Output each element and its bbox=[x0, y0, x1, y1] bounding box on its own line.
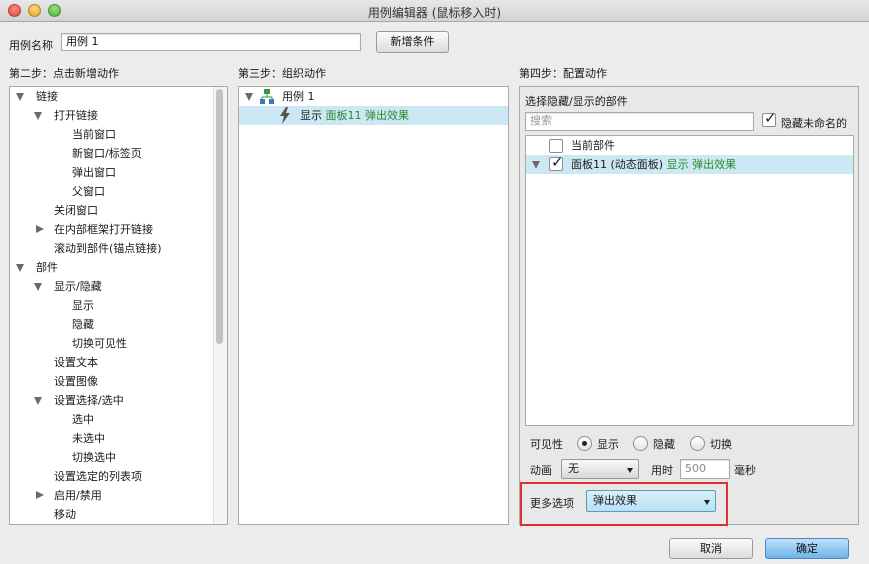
expand-case-icon[interactable] bbox=[245, 93, 253, 101]
expand-open-link-icon[interactable] bbox=[34, 112, 42, 120]
tree-item-widgets[interactable]: 部件 bbox=[36, 258, 58, 277]
animation-select[interactable]: 无 bbox=[561, 459, 639, 479]
tree-item-set-image[interactable]: 设置图像 bbox=[54, 372, 98, 391]
tree-item-enable-disable[interactable]: 启用/禁用 bbox=[54, 486, 102, 505]
expand-enable-disable-icon[interactable] bbox=[36, 491, 44, 499]
add-condition-button[interactable]: 新增条件 bbox=[376, 31, 449, 53]
checkmark-icon: ✓ bbox=[551, 153, 564, 171]
widget-item-current[interactable]: 当前部件 bbox=[571, 136, 615, 155]
tree-item-current-window[interactable]: 当前窗口 bbox=[72, 125, 116, 144]
action-detail: 面板11 弹出效果 bbox=[325, 109, 410, 122]
choose-widget-label: 选择隐藏/显示的部件 bbox=[525, 95, 628, 108]
duration-unit: 毫秒 bbox=[734, 464, 756, 477]
tree-item-open-link[interactable]: 打开链接 bbox=[54, 106, 98, 125]
use-case-editor-window: 用例编辑器 (鼠标移入时) 用例名称 用例 1 新增条件 第二步：点击新增动作 … bbox=[0, 0, 869, 564]
panel11-detail: 显示 弹出效果 bbox=[666, 158, 737, 171]
tree-item-move[interactable]: 移动 bbox=[54, 505, 76, 524]
panel11-label: 面板11 (动态面板) bbox=[571, 158, 664, 171]
tree-item-show[interactable]: 显示 bbox=[72, 296, 94, 315]
ok-button[interactable]: 确定 bbox=[765, 538, 849, 559]
visibility-toggle-label: 切换 bbox=[710, 438, 732, 451]
current-widget-checkbox[interactable] bbox=[549, 139, 563, 153]
tree-item-unselected[interactable]: 未选中 bbox=[72, 429, 105, 448]
hide-unnamed-label: 隐藏未命名的 bbox=[781, 117, 847, 130]
tree-item-hide[interactable]: 隐藏 bbox=[72, 315, 94, 334]
expand-widgets-icon[interactable] bbox=[16, 264, 24, 272]
panel11-checkbox[interactable]: ✓ bbox=[549, 153, 564, 171]
tree-item-set-list-item[interactable]: 设置选定的列表项 bbox=[54, 467, 142, 486]
visibility-show-radio[interactable] bbox=[577, 436, 592, 451]
tree-item-links[interactable]: 链接 bbox=[36, 87, 58, 106]
duration-input[interactable]: 500 bbox=[680, 459, 730, 479]
tree-item-set-selected[interactable]: 设置选择/选中 bbox=[54, 391, 124, 410]
tree-item-close-window[interactable]: 关闭窗口 bbox=[54, 201, 98, 220]
tree-item-selected[interactable]: 选中 bbox=[72, 410, 94, 429]
action-tree-panel: 链接 打开链接 当前窗口 新窗口/标签页 弹出窗口 父窗口 关闭窗口 在内部框架… bbox=[9, 86, 228, 525]
case-name-label: 用例名称 bbox=[9, 39, 53, 52]
step4-title: 第四步：配置动作 bbox=[519, 67, 607, 80]
duration-label: 用时 bbox=[651, 464, 673, 477]
tree-item-toggle-selected[interactable]: 切换选中 bbox=[72, 448, 116, 467]
widget-search-input[interactable]: 搜索 bbox=[525, 112, 754, 131]
step3-title: 第三步：组织动作 bbox=[238, 67, 326, 80]
expand-panel11-icon[interactable] bbox=[532, 161, 540, 169]
expand-inline-frame-icon[interactable] bbox=[36, 225, 44, 233]
tree-item-scroll-to-widget[interactable]: 滚动到部件(锚点链接) bbox=[54, 239, 162, 258]
action-verb: 显示 bbox=[300, 109, 322, 122]
tree-item-parent-window[interactable]: 父窗口 bbox=[72, 182, 105, 201]
widget-item-panel11[interactable]: 面板11 (动态面板) 显示 弹出效果 bbox=[571, 155, 736, 174]
case-name-input[interactable]: 用例 1 bbox=[61, 33, 361, 51]
action-tree-scrollbar[interactable] bbox=[213, 87, 227, 524]
visibility-label: 可见性 bbox=[530, 438, 563, 451]
case-tree-item[interactable]: 用例 1 bbox=[282, 87, 315, 106]
visibility-hide-radio[interactable] bbox=[633, 436, 648, 451]
more-options-select-value: 弹出效果 bbox=[593, 494, 637, 507]
window-title: 用例编辑器 (鼠标移入时) bbox=[367, 6, 502, 20]
hide-unnamed-checkbox[interactable]: ✓ bbox=[762, 109, 777, 127]
action-item[interactable]: 显示 面板11 弹出效果 bbox=[300, 106, 409, 125]
expand-show-hide-icon[interactable] bbox=[34, 283, 42, 291]
tree-item-show-hide[interactable]: 显示/隐藏 bbox=[54, 277, 102, 296]
tree-item-popup-window[interactable]: 弹出窗口 bbox=[72, 163, 116, 182]
more-options-label: 更多选项 bbox=[530, 497, 574, 510]
step2-title: 第二步：点击新增动作 bbox=[9, 67, 119, 80]
widget-list: 当前部件 ✓ 面板11 (动态面板) 显示 弹出效果 bbox=[525, 135, 854, 426]
tree-item-open-in-frame[interactable]: 在内部框架打开链接 bbox=[54, 220, 153, 239]
cancel-button[interactable]: 取消 bbox=[669, 538, 753, 559]
animation-label: 动画 bbox=[530, 464, 552, 477]
tree-item-set-text[interactable]: 设置文本 bbox=[54, 353, 98, 372]
chevron-down-icon bbox=[704, 500, 710, 505]
configure-action-panel: 选择隐藏/显示的部件 搜索 ✓ 隐藏未命名的 当前部件 ✓ 面板11 (动态面板… bbox=[519, 86, 859, 526]
expand-set-selected-icon[interactable] bbox=[34, 397, 42, 405]
tree-item-toggle-visibility[interactable]: 切换可见性 bbox=[72, 334, 127, 353]
visibility-show-label: 显示 bbox=[597, 438, 619, 451]
chevron-down-icon bbox=[627, 468, 633, 473]
action-tree-scroll-thumb[interactable] bbox=[216, 89, 223, 344]
tree-item-new-window-tab[interactable]: 新窗口/标签页 bbox=[72, 144, 142, 163]
visibility-hide-label: 隐藏 bbox=[653, 438, 675, 451]
case-tree-icon bbox=[260, 89, 274, 104]
expand-links-icon[interactable] bbox=[16, 93, 24, 101]
checkmark-icon: ✓ bbox=[764, 109, 777, 127]
more-options-select[interactable]: 弹出效果 bbox=[586, 490, 716, 512]
title-bar: 用例编辑器 (鼠标移入时) bbox=[0, 0, 869, 22]
animation-select-value: 无 bbox=[568, 462, 579, 475]
lightning-icon bbox=[279, 107, 291, 124]
organize-actions-panel: 用例 1 显示 面板11 弹出效果 bbox=[238, 86, 509, 525]
visibility-toggle-radio[interactable] bbox=[690, 436, 705, 451]
